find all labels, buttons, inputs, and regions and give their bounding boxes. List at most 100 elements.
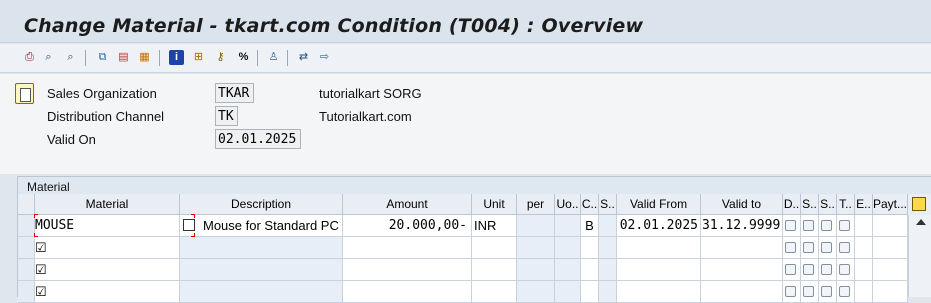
checkbox-t[interactable] bbox=[839, 264, 850, 275]
calc-type-cell[interactable] bbox=[581, 237, 599, 259]
per-cell[interactable] bbox=[517, 215, 555, 237]
column-header-description[interactable]: Description bbox=[180, 194, 343, 215]
valid-from-cell[interactable] bbox=[617, 281, 701, 303]
checkbox-s2[interactable] bbox=[821, 220, 832, 231]
column-header-s2[interactable]: S.. bbox=[819, 194, 837, 215]
amount-cell[interactable] bbox=[343, 237, 472, 259]
forward-icon[interactable]: ⇨ bbox=[317, 50, 332, 65]
column-header-amount[interactable]: Amount bbox=[343, 194, 472, 215]
description-cell[interactable] bbox=[180, 281, 343, 303]
distribution-channel-field[interactable]: TK bbox=[215, 106, 238, 126]
structure-icon[interactable]: ⊞ bbox=[191, 50, 206, 65]
checkbox-s1[interactable] bbox=[803, 242, 814, 253]
person-icon[interactable]: ♙ bbox=[266, 50, 281, 65]
column-header-d[interactable]: D.. bbox=[783, 194, 801, 215]
material-cell[interactable]: ☑ bbox=[35, 281, 180, 303]
vertical-scrollbar[interactable] bbox=[908, 215, 931, 297]
amount-cell[interactable]: 20.000,00- bbox=[343, 215, 472, 237]
deletion-checkbox[interactable] bbox=[785, 242, 796, 253]
column-header-valid-from[interactable]: Valid From bbox=[617, 194, 701, 215]
per-cell[interactable] bbox=[517, 281, 555, 303]
copy-icon[interactable]: ⧉ bbox=[95, 50, 110, 65]
row-selector[interactable] bbox=[18, 259, 35, 281]
column-header-e[interactable]: E.. bbox=[855, 194, 873, 215]
checkbox-s1[interactable] bbox=[803, 264, 814, 275]
flag-e-cell[interactable] bbox=[855, 259, 873, 281]
column-header-valid-to[interactable]: Valid to bbox=[701, 194, 783, 215]
valid-from-cell[interactable] bbox=[617, 259, 701, 281]
deletion-checkbox[interactable] bbox=[785, 286, 796, 297]
valid-from-cell[interactable]: 02.01.2025 bbox=[617, 215, 701, 237]
unit-cell[interactable] bbox=[472, 281, 517, 303]
scroll-up-icon[interactable] bbox=[916, 219, 926, 225]
uom-cell[interactable] bbox=[555, 237, 581, 259]
uom-cell[interactable] bbox=[555, 281, 581, 303]
material-cell[interactable]: MOUSE bbox=[35, 215, 180, 237]
details-icon[interactable]: ▤ bbox=[116, 50, 131, 65]
row-selector[interactable] bbox=[18, 237, 35, 259]
row-selector[interactable] bbox=[18, 281, 35, 303]
valid-to-cell[interactable] bbox=[701, 259, 783, 281]
description-cell[interactable]: Mouse for Standard PC bbox=[180, 215, 343, 237]
column-header-calc[interactable]: C.. bbox=[581, 194, 599, 215]
unit-cell[interactable] bbox=[472, 237, 517, 259]
calc-type-cell[interactable] bbox=[581, 281, 599, 303]
document-icon[interactable] bbox=[15, 83, 34, 104]
sales-organization-field[interactable]: TKAR bbox=[215, 83, 254, 103]
find-icon[interactable]: ⌕ bbox=[41, 50, 56, 65]
payt-cell[interactable] bbox=[873, 215, 908, 237]
checkbox-t[interactable] bbox=[839, 220, 850, 231]
flag-e-cell[interactable] bbox=[855, 281, 873, 303]
percent-icon[interactable]: % bbox=[236, 50, 251, 65]
column-header-material[interactable]: Material bbox=[35, 194, 180, 215]
checkbox-s2[interactable] bbox=[821, 242, 832, 253]
deletion-checkbox[interactable] bbox=[785, 220, 796, 231]
description-cell[interactable] bbox=[180, 259, 343, 281]
unit-cell[interactable]: INR bbox=[472, 215, 517, 237]
valid-to-cell[interactable] bbox=[701, 281, 783, 303]
material-cell[interactable]: ☑ bbox=[35, 237, 180, 259]
checkbox-s1[interactable] bbox=[803, 220, 814, 231]
payt-cell[interactable] bbox=[873, 259, 908, 281]
payt-cell[interactable] bbox=[873, 237, 908, 259]
row-selector[interactable] bbox=[18, 215, 35, 237]
uom-cell[interactable] bbox=[555, 259, 581, 281]
scale-cell[interactable] bbox=[599, 281, 617, 303]
calc-type-cell[interactable]: B bbox=[581, 215, 599, 237]
column-header-scale[interactable]: S.. bbox=[599, 194, 617, 215]
checkbox-s2[interactable] bbox=[821, 286, 832, 297]
copy-value-icon[interactable] bbox=[183, 219, 195, 231]
flag-e-cell[interactable] bbox=[855, 215, 873, 237]
checkbox-t[interactable] bbox=[839, 286, 850, 297]
calc-type-cell[interactable] bbox=[581, 259, 599, 281]
amount-cell[interactable] bbox=[343, 259, 472, 281]
scale-cell[interactable] bbox=[599, 237, 617, 259]
per-cell[interactable] bbox=[517, 259, 555, 281]
flag-e-cell[interactable] bbox=[855, 237, 873, 259]
deletion-checkbox[interactable] bbox=[785, 264, 796, 275]
payt-cell[interactable] bbox=[873, 281, 908, 303]
row-selector-header[interactable] bbox=[18, 194, 35, 215]
valid-on-field[interactable]: 02.01.2025 bbox=[215, 129, 301, 149]
other-icon[interactable]: ⇄ bbox=[296, 50, 311, 65]
uom-cell[interactable] bbox=[555, 215, 581, 237]
checkbox-t[interactable] bbox=[839, 242, 850, 253]
per-cell[interactable] bbox=[517, 237, 555, 259]
column-header-unit[interactable]: Unit bbox=[472, 194, 517, 215]
find-next-icon[interactable]: ⌕ bbox=[63, 50, 78, 65]
description-cell[interactable] bbox=[180, 237, 343, 259]
valid-from-cell[interactable] bbox=[617, 237, 701, 259]
column-header-t[interactable]: T.. bbox=[837, 194, 855, 215]
gift-icon[interactable]: ▦ bbox=[137, 50, 152, 65]
valid-to-cell[interactable] bbox=[701, 237, 783, 259]
column-header-s1[interactable]: S.. bbox=[801, 194, 819, 215]
column-header-per[interactable]: per bbox=[517, 194, 555, 215]
scale-cell[interactable] bbox=[599, 215, 617, 237]
column-header-uom[interactable]: Uo.. bbox=[555, 194, 581, 215]
material-cell[interactable]: ☑ bbox=[35, 259, 180, 281]
table-settings-button[interactable] bbox=[908, 194, 931, 216]
key-icon[interactable]: ⚷ bbox=[213, 50, 228, 65]
scale-cell[interactable] bbox=[599, 259, 617, 281]
info-icon[interactable]: i bbox=[169, 50, 184, 65]
column-header-payt[interactable]: Payt... bbox=[873, 194, 908, 215]
